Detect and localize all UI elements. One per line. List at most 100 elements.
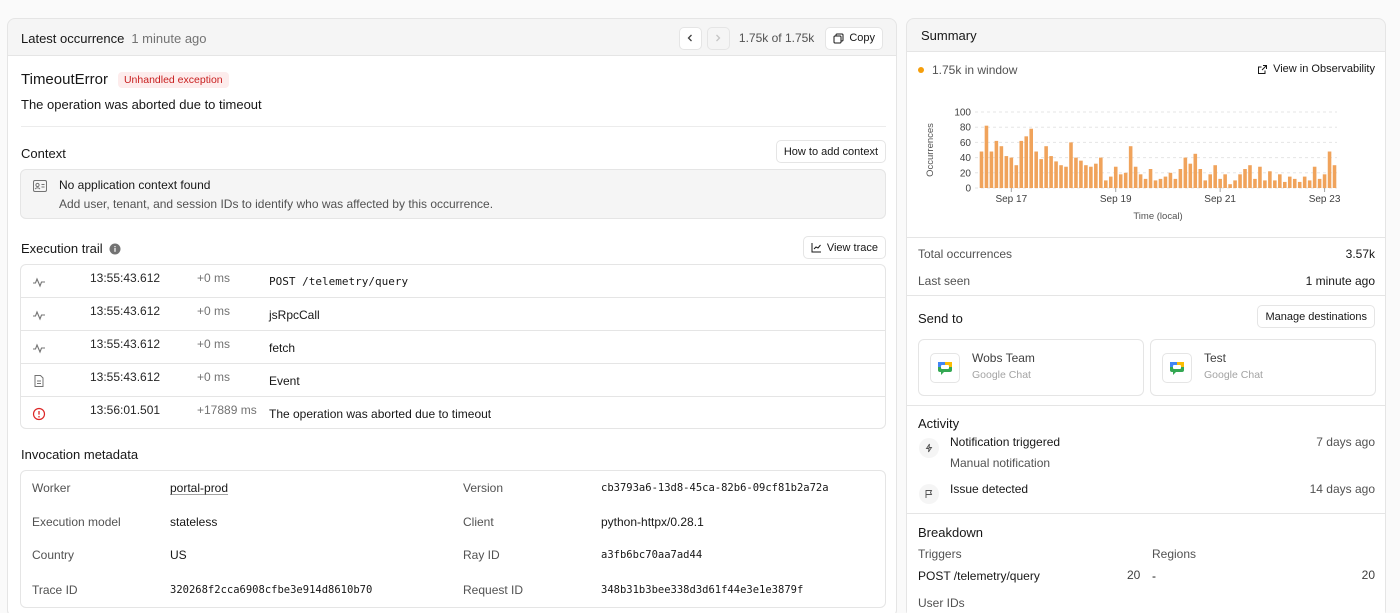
trigger-name[interactable]: POST /telemetry/query [918, 569, 1040, 583]
trail-delta: +0 ms [197, 337, 231, 351]
bar [1014, 165, 1019, 188]
info-icon[interactable] [109, 243, 121, 255]
x-tick-label: Sep 19 [1100, 194, 1132, 205]
bar [1128, 146, 1133, 188]
bar [1044, 146, 1048, 188]
unhandled-badge: Unhandled exception [117, 71, 229, 88]
context-title: Context [21, 146, 66, 161]
bar [1322, 174, 1327, 188]
bar [1084, 165, 1088, 188]
bar [1148, 169, 1153, 188]
how-to-add-context-button[interactable]: How to add context [775, 140, 886, 163]
trail-row[interactable]: 13:56:01.501 +17889 ms The operation was a… [21, 397, 885, 428]
y-tick-label: 80 [960, 123, 972, 134]
bar [1258, 166, 1262, 188]
bar [1218, 178, 1222, 188]
activity-title-0: Notification triggered [950, 435, 1061, 449]
activity-time-0: 7 days ago [1316, 435, 1375, 449]
breakdown-title: Breakdown [918, 525, 984, 540]
id-card-icon [33, 180, 47, 195]
destination-card[interactable]: Wobs Team Google Chat [918, 339, 1144, 396]
bar [1069, 142, 1073, 188]
bar [1079, 160, 1083, 188]
x-tick-label: Sep 23 [1309, 194, 1341, 205]
google-chat-icon [930, 353, 960, 383]
destination-card[interactable]: Test Google Chat [1150, 339, 1376, 396]
y-tick-label: 20 [960, 168, 972, 179]
trail-label: jsRpcCall [269, 308, 320, 322]
bar [1198, 169, 1203, 188]
trail-time: 13:55:43.612 [90, 271, 161, 285]
activity-sub-0: Manual notification [950, 456, 1051, 470]
trace-id-value: 320268f2cca6908cfbe3e914d8610b70 [170, 584, 373, 596]
bar [1024, 136, 1029, 188]
bar [1153, 180, 1158, 188]
error-name: TimeoutError [21, 71, 108, 88]
next-occurrence-button[interactable] [706, 26, 730, 50]
chart-line-icon [811, 243, 821, 253]
last-seen-row: Last seen 1 minute ago [918, 274, 1375, 288]
destination-type: Google Chat [1204, 369, 1263, 381]
bar [1029, 128, 1033, 188]
trail-label: POST /telemetry/query [269, 275, 409, 288]
trail-time: 13:56:01.501 [90, 403, 161, 417]
trail-row[interactable]: 13:55:43.612 +0 ms Event [21, 364, 885, 397]
bar [1089, 166, 1093, 188]
error-message: The operation was aborted due to timeout [21, 97, 262, 112]
y-tick-label: 60 [960, 138, 972, 149]
bar [1302, 176, 1307, 188]
bar [1203, 180, 1208, 188]
external-link-icon [1258, 64, 1268, 74]
copy-button[interactable]: Copy [825, 26, 883, 50]
summary-body: 1.75k in window View in Observability 0 2… [907, 51, 1385, 613]
bar [994, 140, 999, 188]
chevron-right-icon [716, 34, 721, 42]
bar [1278, 174, 1282, 188]
view-in-observability-link[interactable]: View in Observability [1257, 63, 1375, 75]
manage-destinations-button[interactable]: Manage destinations [1257, 305, 1375, 328]
client-value: python-httpx/0.28.1 [601, 515, 704, 529]
bar [1273, 180, 1277, 188]
bar [1208, 174, 1212, 188]
user-ids-label: User IDs [918, 596, 965, 610]
trail-delta: +0 ms [197, 304, 231, 318]
bar [1233, 180, 1237, 188]
bar [1163, 176, 1168, 188]
latest-occurrence-panel: Latest occurrence 1 minute ago 1.75k of … [7, 18, 897, 613]
bar [1133, 166, 1138, 188]
activity-icon [32, 308, 46, 322]
view-trace-label: View trace [826, 241, 878, 254]
trail-row[interactable]: 13:55:43.612 +0 ms fetch [21, 331, 885, 364]
bar [1317, 178, 1322, 188]
request-id-key: Request ID [463, 583, 524, 597]
last-seen-value: 1 minute ago [1305, 274, 1375, 288]
y-axis-title: Occurrences [925, 123, 936, 177]
context-empty-description: Add user, tenant, and session IDs to ide… [59, 197, 494, 211]
bar [1034, 151, 1038, 188]
bar [1118, 174, 1123, 188]
worker-link[interactable]: portal-prod [170, 481, 228, 495]
zap-icon [919, 438, 939, 458]
bar [1054, 161, 1058, 188]
activity-time-1: 14 days ago [1309, 482, 1375, 496]
latest-occurrence-ago: 1 minute ago [131, 30, 207, 46]
trail-row[interactable]: 13:55:43.612 +0 ms POST /telemetry/query [21, 265, 885, 298]
bar [1213, 165, 1217, 188]
bar [1074, 157, 1078, 188]
window-label: 1.75k in window [932, 63, 1018, 77]
region-name[interactable]: - [1152, 569, 1156, 583]
copy-icon [833, 33, 844, 43]
bar [1108, 176, 1113, 188]
prev-occurrence-button[interactable] [678, 26, 702, 50]
bar [1104, 180, 1108, 188]
trail-row[interactable]: 13:55:43.612 +0 ms jsRpcCall [21, 298, 885, 331]
bar [1168, 172, 1173, 188]
request-id-value: 348b31b3bee338d3d61f44e3e1e3879f [601, 584, 804, 596]
latest-occurrence-title: Latest occurrence [21, 30, 125, 46]
y-tick-label: 0 [965, 184, 971, 195]
bar [979, 151, 984, 188]
invocation-metadata-title: Invocation metadata [21, 447, 139, 462]
occurrence-nav: 1.75k of 1.75k Copy [678, 26, 883, 50]
view-trace-button[interactable]: View trace [802, 236, 886, 259]
trace-id-key: Trace ID [32, 583, 78, 597]
